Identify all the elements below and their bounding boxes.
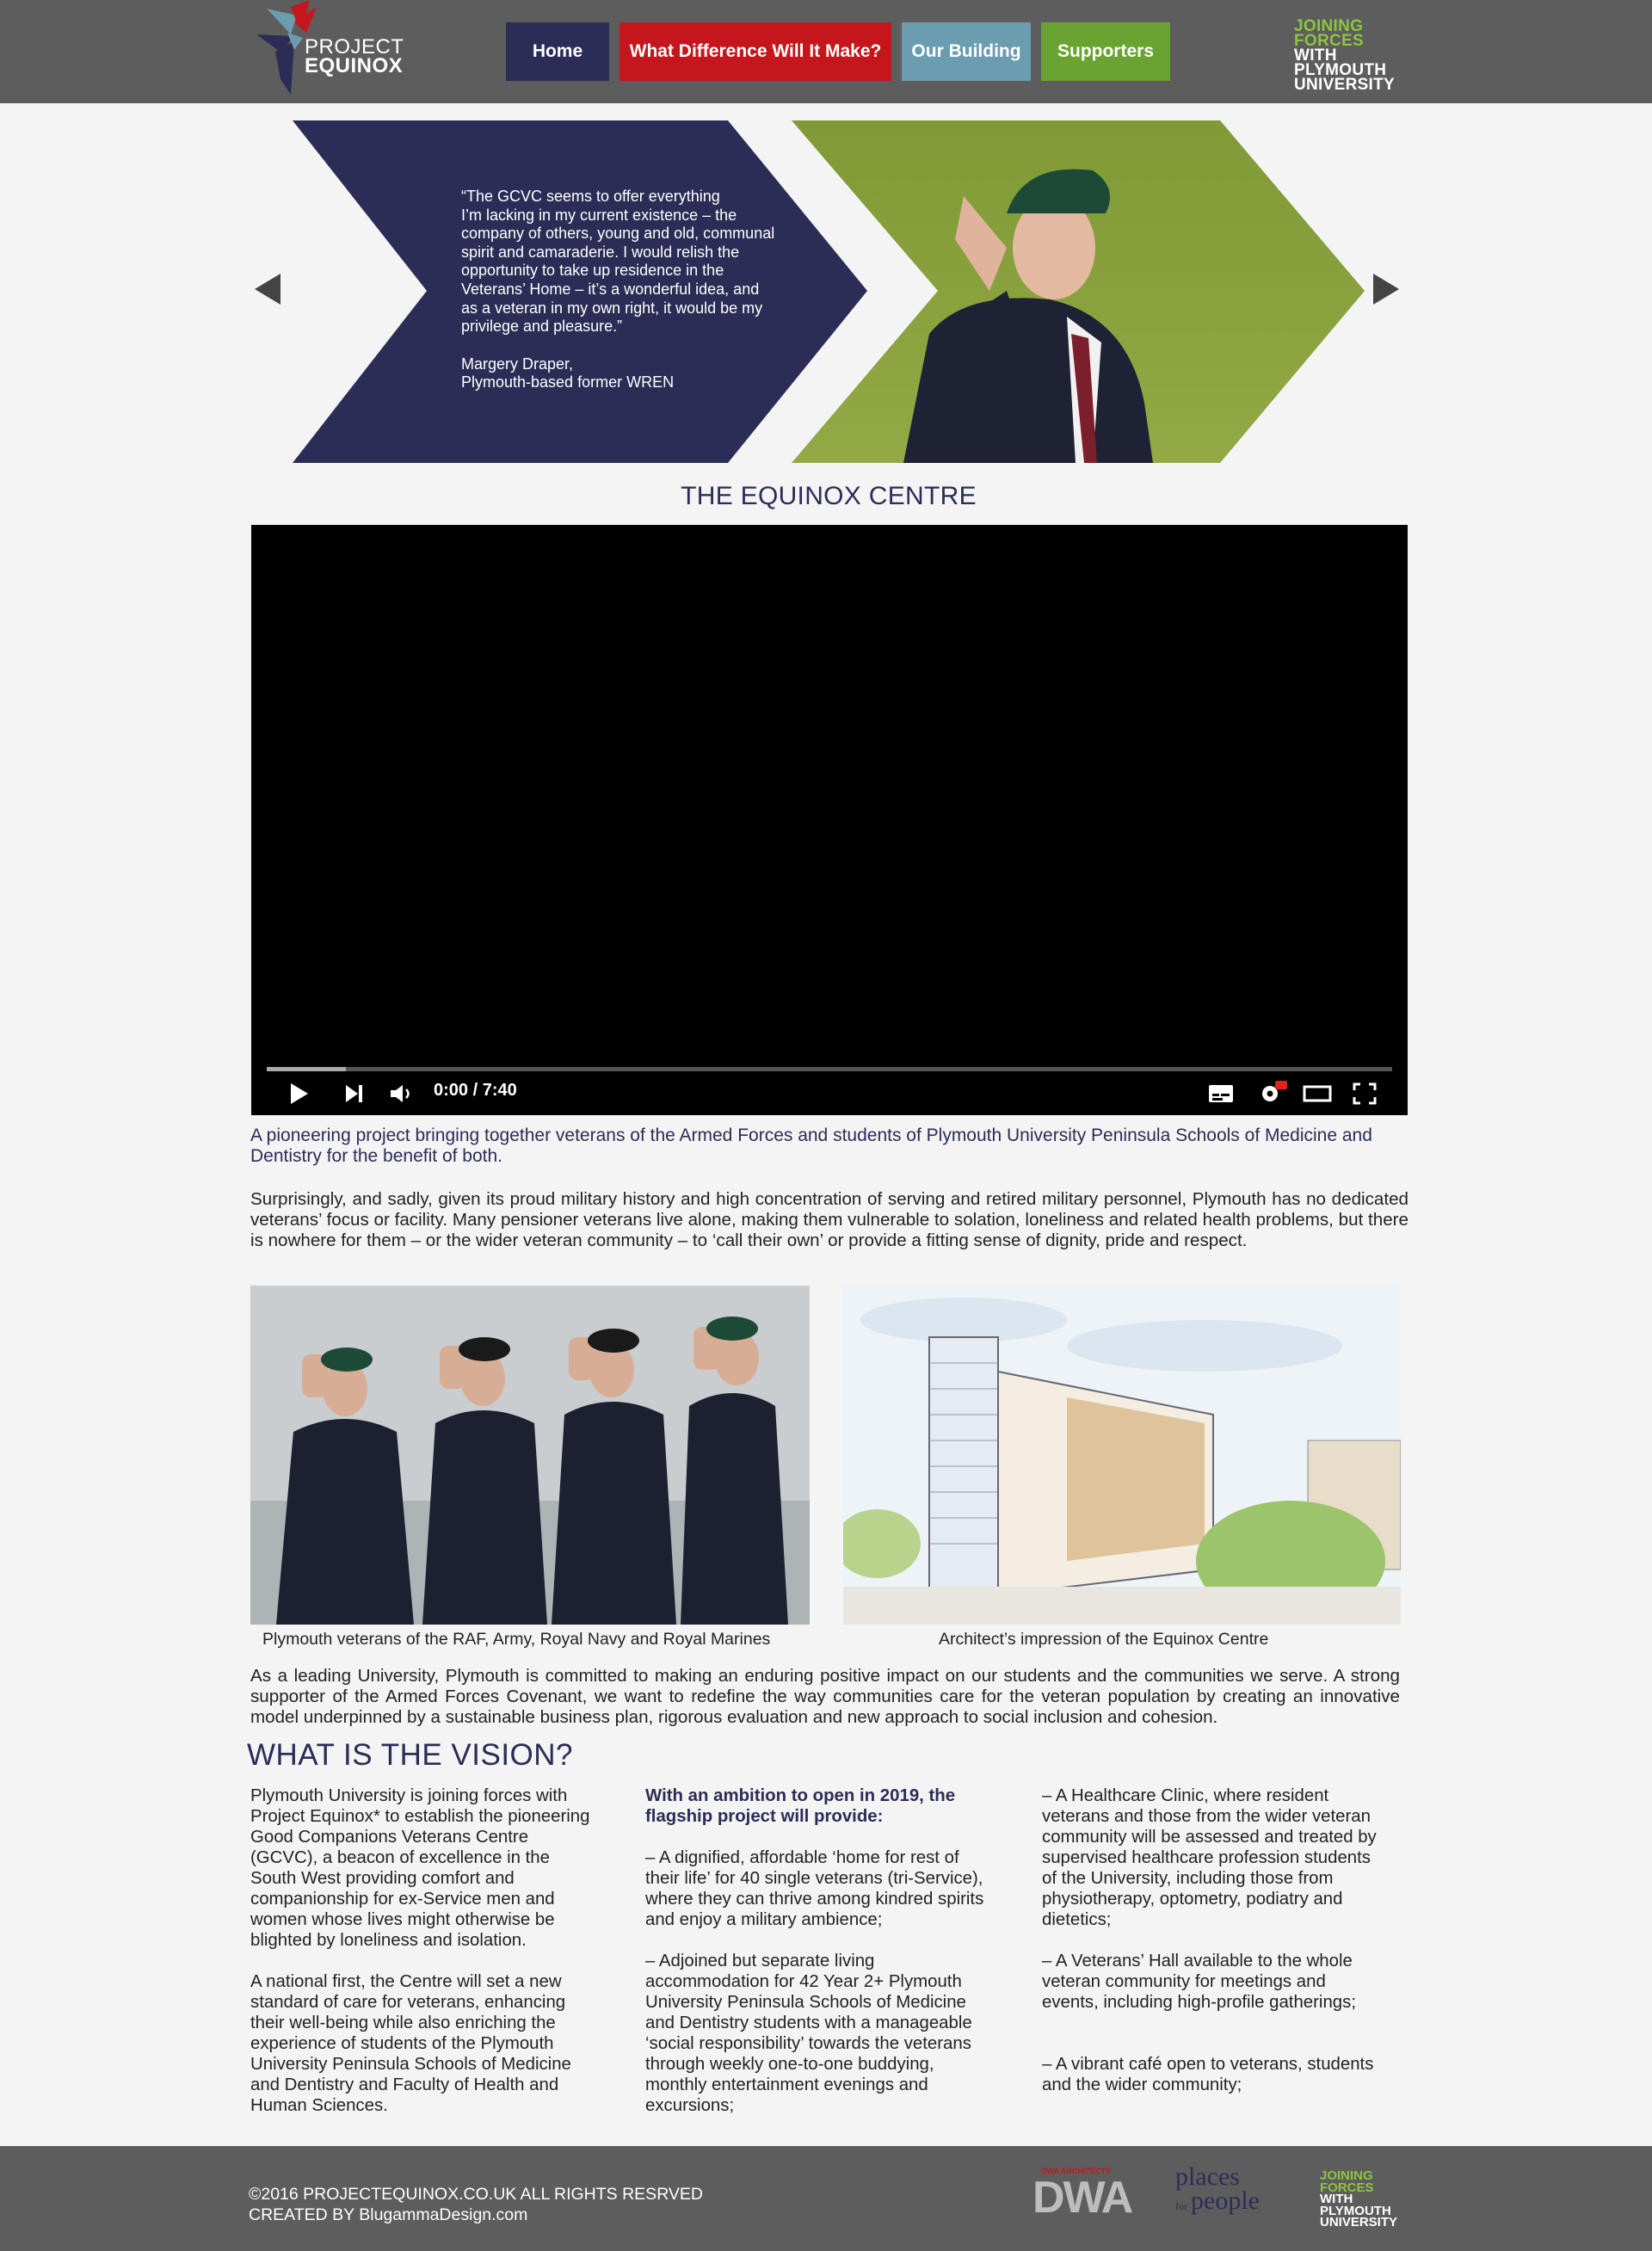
copyright-text: ©2016 PROJECTEQUINOX.CO.UK ALL RIGHTS RE… [249,2185,704,2204]
slider-graphic [293,120,1365,463]
places-line-1: places [1175,2162,1240,2191]
video-progress-buffered [267,1067,346,1071]
dwa-wordmark: DWA [1032,2173,1133,2223]
quote-line: I’m lacking in my current existence – th… [461,206,737,224]
caption-veterans: Plymouth veterans of the RAF, Army, Roya… [262,1630,771,1649]
quote-line: “The GCVC seems to offer everything [461,188,720,205]
footer-joining-forces-logo[interactable]: JOINING FORCES WITH PLYMOUTH UNIVERSITY [1320,2169,1398,2229]
vision-item: – A Veterans’ Hall available to the whol… [1042,1952,1356,2012]
next-track-icon[interactable] [344,1084,365,1103]
video-time: 0:00 / 7:40 [434,1081,517,1100]
places-for-text: for [1175,2200,1187,2212]
footer-copyright: ©2016 PROJECTEQUINOX.CO.UK ALL RIGHTS RE… [249,2184,703,2225]
vision-column-1: Plymouth University is joining forces wi… [250,1785,595,2137]
testimonial-quote: “The GCVC seems to offer everything I’m … [461,188,805,392]
nav-what-difference[interactable]: What Difference Will It Make? [620,22,891,81]
joining-forces-logo[interactable]: JOINING FORCES WITH PLYMOUTH UNIVERSITY [1294,18,1396,94]
quote-attribution-name: Margery Draper, [461,355,574,373]
vision-heading: With an ambition to open in 2019, the fl… [645,1786,956,1826]
testimonial-slider: “The GCVC seems to offer everything I’m … [250,119,1408,463]
centre-paragraph: Surprisingly, and sadly, given its proud… [250,1189,1409,1250]
quote-line: Veterans’ Home – it’s a wonderful idea, … [461,280,760,298]
site-header: PROJECT EQUINOX Home What Difference Wil… [0,0,1652,103]
slider-next-button[interactable] [1373,274,1399,305]
vision-text: A national first, the Centre will set a … [250,1972,571,2115]
section-title-equinox-centre: THE EQUINOX CENTRE [681,482,977,510]
logo-line-equinox: EQUINOX [305,54,404,77]
caption-architect: Architect’s impression of the Equinox Ce… [939,1630,1269,1649]
university-paragraph: As a leading University, Plymouth is com… [250,1666,1400,1727]
play-icon[interactable] [289,1082,310,1105]
centre-intro: A pioneering project bringing together v… [250,1126,1372,1166]
credit-text[interactable]: CREATED BY BlugammaDesign.com [249,2205,703,2225]
video-player[interactable]: 0:00 / 7:40 [251,525,1408,1115]
vision-item: – A Healthcare Clinic, where resident ve… [1042,1786,1377,1929]
nav-home[interactable]: Home [506,22,609,81]
nav-our-building[interactable]: Our Building [902,22,1031,81]
architect-impression-photo [843,1286,1401,1625]
quote-line: privilege and pleasure.” [461,318,623,336]
fullscreen-icon[interactable] [1353,1082,1377,1105]
places-for-people-logo[interactable]: places for people [1175,2162,1260,2215]
site-footer: ©2016 PROJECTEQUINOX.CO.UK ALL RIGHTS RE… [0,2146,1652,2251]
settings-hd-icon[interactable] [1258,1079,1289,1105]
video-progress-bar[interactable] [267,1067,1392,1071]
vision-item: – Adjoined but separate living accommoda… [645,1952,972,2115]
dwa-architects-logo[interactable]: DWA ARCHITECTS DWA [1032,2167,1133,2223]
jf-line-university: UNIVERSITY [1320,2215,1398,2229]
jf-line-university: UNIVERSITY [1294,76,1396,94]
quote-line: as a veteran in my own right, it would b… [461,299,763,317]
subtitles-icon[interactable] [1208,1084,1234,1103]
quote-line: spirit and camaraderie. I would relish t… [461,243,740,261]
volume-icon[interactable] [389,1083,415,1104]
vision-item: – A vibrant café open to veterans, stude… [1042,2055,1374,2094]
quote-line: company of others, young and old, commun… [461,225,775,243]
vision-item: – A dignified, affordable ‘home for rest… [645,1848,984,1929]
veterans-saluting-photo [250,1286,810,1625]
vision-text: Plymouth University is joining forces wi… [250,1786,590,1950]
quote-line: opportunity to take up residence in the [461,262,724,280]
vision-column-2: With an ambition to open in 2019, the fl… [645,1785,989,2137]
vision-column-3: – A Healthcare Clinic, where resident ve… [1042,1785,1386,2116]
places-line-2: people [1191,2186,1260,2215]
quote-attribution-role: Plymouth-based former WREN [461,373,675,392]
section-title-vision: WHAT IS THE VISION? [247,1738,574,1772]
theater-mode-icon[interactable] [1303,1084,1332,1103]
nav-supporters[interactable]: Supporters [1041,22,1170,81]
logo-wordmark: PROJECT EQUINOX [305,37,404,77]
